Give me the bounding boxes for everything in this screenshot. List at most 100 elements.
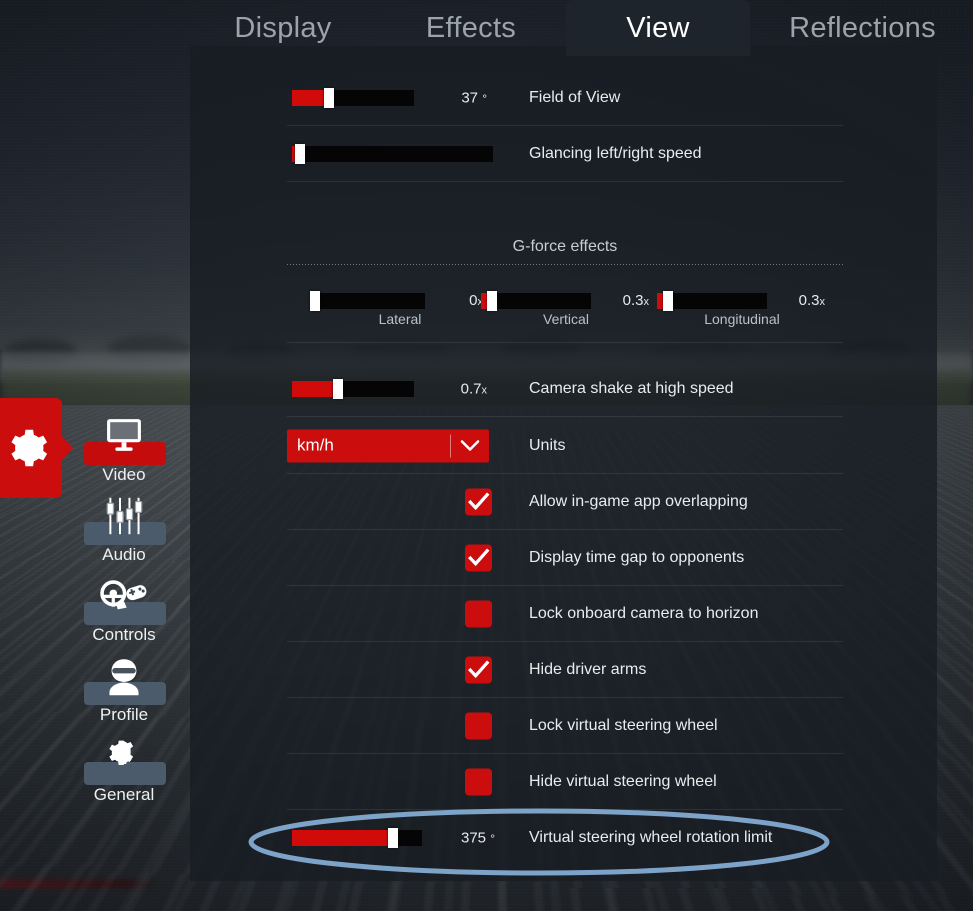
slider-thumb[interactable]	[323, 87, 334, 108]
mixer-icon	[63, 490, 185, 542]
slider-thumb[interactable]	[310, 291, 320, 311]
settings-gear-badge[interactable]	[0, 398, 62, 498]
value-unit: x	[819, 296, 826, 308]
gforce-title: G-force effects	[512, 238, 618, 255]
row-checkbox-3: Hide driver arms	[287, 642, 843, 698]
sidebar-label-audio: Audio	[102, 545, 146, 564]
row-checkbox-2: Lock onboard camera to horizon	[287, 586, 843, 642]
slider-track	[292, 145, 493, 162]
glancing-speed-label: Glancing left/right speed	[529, 144, 702, 162]
checkbox-2[interactable]	[465, 600, 492, 627]
sidebar-label-controls: Controls	[92, 625, 156, 644]
tab-view[interactable]: View	[566, 0, 750, 56]
monitor-icon	[63, 410, 185, 462]
slider-thumb[interactable]	[333, 378, 344, 399]
value-number: 0.3	[798, 292, 820, 309]
checkmark-icon	[468, 660, 490, 678]
rotation-limit-slider[interactable]	[292, 828, 422, 848]
tab-label: View	[626, 11, 690, 44]
row-checkbox-1: Display time gap to opponents	[287, 530, 843, 586]
row-checkbox-0: Allow in-game app overlapping	[287, 474, 843, 530]
slider-track	[657, 293, 767, 309]
tab-effects[interactable]: Effects	[378, 0, 564, 56]
value-number: 37	[461, 89, 479, 106]
gforce-slider-lateral[interactable]	[310, 291, 425, 311]
rotation-limit-label: Virtual steering wheel rotation limit	[529, 829, 773, 846]
field-of-view-slider[interactable]	[292, 87, 414, 108]
row-glancing-speed: Glancing left/right speed	[287, 126, 843, 182]
sidebar-item-audio[interactable]: Audio	[63, 488, 185, 568]
slider-fill	[292, 380, 339, 397]
wheel-gamepad-icon	[63, 570, 185, 622]
field-of-view-label: Field of View	[529, 88, 621, 106]
gforce-separator	[287, 264, 843, 265]
gforce-item-lateral: 0x Lateral	[310, 285, 485, 327]
checkbox-label-4: Lock virtual steering wheel	[529, 716, 718, 734]
slider-thumb[interactable]	[663, 291, 673, 311]
gforce-item-longitudinal: 0.3x Longitudinal	[657, 285, 827, 327]
chevron-down-icon	[451, 439, 489, 452]
row-field-of-view: 37 ° Field of View	[287, 70, 843, 126]
row-checkbox-4: Lock virtual steering wheel	[287, 698, 843, 754]
field-of-view-value: 37 °	[417, 89, 487, 106]
units-dropdown-value: km/h	[297, 435, 334, 455]
slider-thumb[interactable]	[295, 143, 306, 164]
units-dropdown[interactable]: km/h	[287, 429, 489, 462]
gforce-slider-vertical[interactable]	[481, 291, 591, 311]
sidebar-item-general[interactable]: General	[63, 728, 185, 808]
gforce-caption-lateral: Lateral	[378, 311, 422, 327]
gforce-value-longitudinal: 0.3x	[769, 292, 825, 309]
sidebar-label-profile: Profile	[99, 705, 149, 724]
slider-fill	[292, 830, 394, 846]
gforce-item-vertical: 0.3x Vertical	[481, 285, 651, 327]
gforce-bottom-separator	[287, 342, 843, 343]
slider-thumb[interactable]	[388, 828, 399, 848]
checkbox-3[interactable]	[465, 656, 492, 683]
checkbox-1[interactable]	[465, 544, 492, 571]
checkbox-label-2: Lock onboard camera to horizon	[529, 604, 759, 622]
gear-icon	[11, 429, 48, 467]
camera-shake-slider[interactable]	[292, 378, 414, 399]
checkmark-icon	[468, 548, 490, 566]
slider-track	[315, 293, 425, 309]
sidebar-item-video[interactable]: Video	[63, 408, 185, 488]
row-camera-shake: 0.7x Camera shake at high speed	[287, 361, 843, 417]
camera-shake-label: Camera shake at high speed	[529, 379, 734, 397]
checkbox-label-3: Hide driver arms	[529, 660, 647, 678]
value-unit: x	[643, 296, 650, 308]
value-number: 0.7	[460, 380, 482, 397]
value-unit: x	[481, 384, 488, 396]
units-label: Units	[529, 436, 566, 454]
row-checkbox-5: Hide virtual steering wheel	[287, 754, 843, 810]
tab-label: Display	[234, 11, 332, 44]
gforce-value-lateral: 0x	[427, 292, 483, 309]
camera-shake-value: 0.7x	[417, 380, 487, 397]
tab-display[interactable]: Display	[190, 0, 376, 56]
checkmark-icon	[468, 492, 490, 510]
value-unit: °	[490, 831, 495, 846]
sidebar-item-controls[interactable]: Controls	[63, 568, 185, 648]
checkbox-0[interactable]	[465, 488, 492, 515]
gforce-caption-vertical: Vertical	[543, 311, 589, 327]
checkbox-5[interactable]	[465, 768, 492, 795]
slider-thumb[interactable]	[487, 291, 497, 311]
row-rotation-limit: 375 ° Virtual steering wheel rotation lim…	[287, 810, 843, 866]
glancing-speed-slider[interactable]	[292, 143, 493, 164]
settings-panel: 37 ° Field of View Glancing left/right spe…	[190, 46, 937, 881]
gforce-value-vertical: 0.3x	[593, 292, 649, 309]
gforce-slider-longitudinal[interactable]	[657, 291, 767, 311]
checkbox-label-5: Hide virtual steering wheel	[529, 772, 717, 790]
driver-icon	[63, 650, 185, 702]
tab-label: Reflections	[789, 11, 936, 44]
value-number: 375	[460, 829, 487, 847]
value-number: 0	[469, 292, 478, 309]
gears-icon	[63, 730, 185, 782]
sidebar: Video Audio Controls Profile General	[0, 0, 190, 911]
value-unit: °	[482, 91, 487, 105]
row-units: km/h Units	[287, 418, 843, 474]
checkbox-4[interactable]	[465, 712, 492, 739]
sidebar-label-video: Video	[102, 465, 146, 484]
gforce-caption-longitudinal: Longitudinal	[704, 311, 780, 327]
tab-reflections[interactable]: Reflections	[752, 0, 973, 56]
sidebar-item-profile[interactable]: Profile	[63, 648, 185, 728]
